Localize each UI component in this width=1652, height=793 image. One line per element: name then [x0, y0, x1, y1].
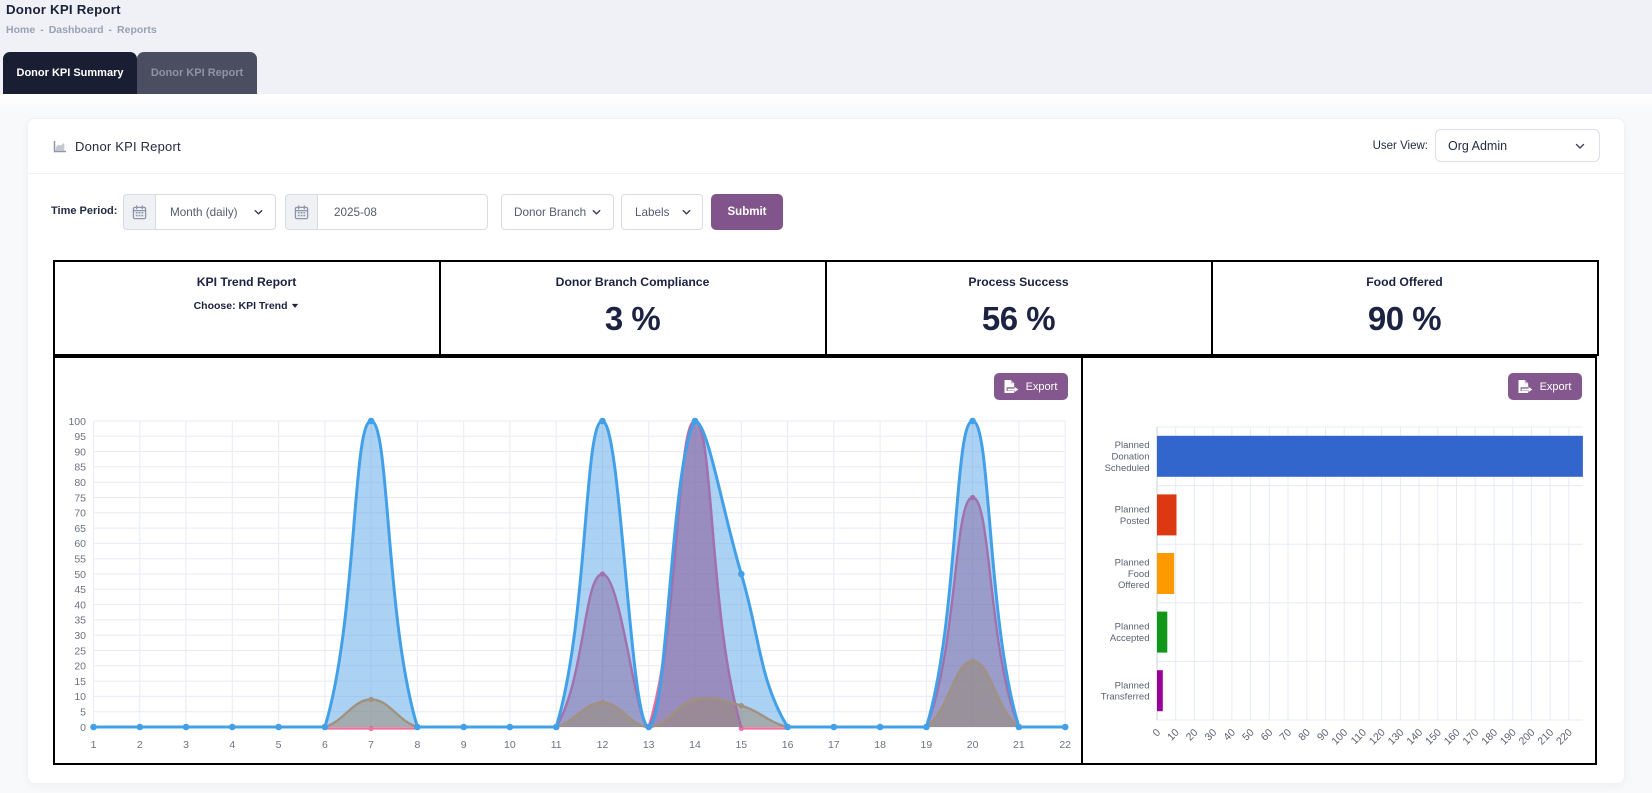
svg-text:65: 65 [74, 523, 86, 535]
svg-text:90: 90 [1314, 727, 1331, 744]
svg-text:180: 180 [1479, 727, 1500, 748]
svg-text:8: 8 [414, 739, 420, 751]
svg-text:190: 190 [1497, 727, 1518, 748]
svg-text:6: 6 [321, 739, 327, 751]
svg-text:13: 13 [642, 739, 654, 751]
svg-text:0: 0 [80, 722, 86, 734]
svg-text:210: 210 [1535, 727, 1556, 748]
svg-text:17: 17 [827, 739, 839, 751]
svg-text:200: 200 [1516, 727, 1537, 748]
svg-text:2: 2 [136, 739, 142, 751]
svg-text:100: 100 [1329, 727, 1350, 748]
svg-text:25: 25 [74, 645, 86, 657]
svg-text:110: 110 [1348, 727, 1368, 747]
svg-text:3: 3 [183, 739, 189, 751]
svg-text:80: 80 [1296, 727, 1313, 744]
svg-text:20: 20 [966, 739, 978, 751]
svg-text:5: 5 [275, 739, 281, 751]
svg-text:Planned: Planned [1114, 505, 1149, 516]
svg-text:50: 50 [1239, 727, 1256, 744]
svg-text:12: 12 [596, 739, 608, 751]
svg-text:Food: Food [1127, 569, 1149, 580]
svg-text:19: 19 [920, 739, 932, 751]
svg-text:60: 60 [1258, 727, 1275, 744]
svg-text:Planned: Planned [1114, 622, 1149, 633]
svg-text:Planned: Planned [1114, 440, 1149, 451]
svg-text:21: 21 [1013, 739, 1025, 751]
svg-text:Donation: Donation [1111, 452, 1149, 463]
svg-text:220: 220 [1554, 727, 1575, 748]
svg-text:70: 70 [1277, 727, 1294, 744]
svg-text:80: 80 [74, 477, 86, 489]
svg-text:5: 5 [80, 707, 86, 719]
svg-text:20: 20 [74, 661, 86, 673]
svg-text:90: 90 [74, 446, 86, 458]
svg-text:Accepted: Accepted [1109, 633, 1149, 644]
svg-text:30: 30 [74, 630, 86, 642]
svg-text:120: 120 [1366, 727, 1387, 748]
svg-text:18: 18 [874, 739, 886, 751]
svg-text:160: 160 [1441, 727, 1462, 748]
svg-text:20: 20 [1183, 727, 1200, 744]
svg-text:50: 50 [74, 569, 86, 581]
svg-text:10: 10 [1165, 727, 1182, 744]
svg-text:15: 15 [74, 676, 86, 688]
svg-text:140: 140 [1404, 727, 1425, 748]
svg-text:Transferred: Transferred [1100, 692, 1149, 703]
svg-text:55: 55 [74, 554, 86, 566]
svg-text:60: 60 [74, 538, 86, 550]
svg-text:130: 130 [1385, 727, 1406, 748]
svg-text:170: 170 [1460, 727, 1481, 748]
svg-text:35: 35 [74, 615, 86, 627]
svg-text:Planned: Planned [1114, 680, 1149, 691]
svg-text:95: 95 [74, 431, 86, 443]
svg-text:150: 150 [1423, 727, 1444, 748]
svg-text:1: 1 [90, 739, 96, 751]
svg-text:16: 16 [781, 739, 793, 751]
svg-text:70: 70 [74, 508, 86, 520]
svg-text:30: 30 [1202, 727, 1219, 744]
svg-text:100: 100 [68, 416, 86, 428]
svg-text:7: 7 [368, 739, 374, 751]
svg-text:15: 15 [735, 739, 747, 751]
svg-text:Planned: Planned [1114, 557, 1149, 568]
svg-text:Scheduled: Scheduled [1104, 463, 1149, 474]
svg-text:9: 9 [460, 739, 466, 751]
svg-text:40: 40 [1221, 727, 1238, 744]
svg-text:45: 45 [74, 584, 86, 596]
svg-text:14: 14 [689, 739, 701, 751]
svg-text:22: 22 [1059, 739, 1071, 751]
svg-text:11: 11 [550, 739, 561, 751]
svg-text:10: 10 [504, 739, 516, 751]
svg-text:10: 10 [74, 691, 86, 703]
svg-text:Posted: Posted [1119, 516, 1149, 527]
svg-text:0: 0 [1150, 727, 1163, 740]
svg-text:4: 4 [229, 739, 235, 751]
svg-text:40: 40 [74, 599, 86, 611]
svg-text:75: 75 [74, 492, 86, 504]
svg-text:Offered: Offered [1117, 580, 1149, 591]
svg-text:85: 85 [74, 462, 86, 474]
